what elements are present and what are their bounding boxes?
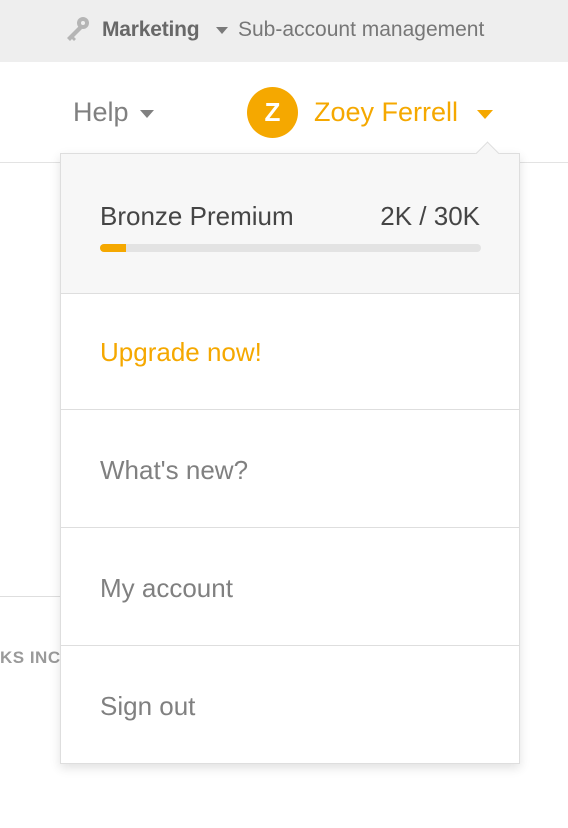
subaccount-management-link[interactable]: Sub-account management bbox=[238, 18, 484, 42]
my-account-item[interactable]: My account bbox=[61, 529, 519, 646]
help-menu[interactable]: Help bbox=[73, 97, 129, 128]
caret-down-icon[interactable] bbox=[140, 110, 154, 118]
key-icon bbox=[67, 17, 89, 41]
menu-item-label: Upgrade now! bbox=[100, 337, 262, 367]
plan-name: Bronze Premium bbox=[100, 201, 294, 231]
user-dropdown-menu: Bronze Premium 2K / 30K Upgrade now! Wha… bbox=[60, 141, 520, 764]
usage-progress-bar bbox=[100, 244, 481, 252]
background-heading: KS INC bbox=[0, 648, 60, 667]
upgrade-now-item[interactable]: Upgrade now! bbox=[61, 293, 519, 410]
caret-down-icon[interactable] bbox=[216, 27, 228, 34]
menu-item-label: My account bbox=[100, 573, 233, 603]
plan-summary: Bronze Premium 2K / 30K bbox=[61, 154, 519, 294]
menu-item-label: What's new? bbox=[100, 455, 249, 485]
account-name[interactable]: Marketing bbox=[102, 18, 200, 42]
user-menu-name[interactable]: Zoey Ferrell bbox=[314, 97, 458, 128]
background-divider bbox=[0, 596, 60, 597]
plan-usage: 2K / 30K bbox=[380, 201, 480, 231]
menu-item-label: Sign out bbox=[100, 691, 196, 721]
caret-down-icon[interactable] bbox=[477, 110, 493, 119]
top-bar: Marketing Sub-account management bbox=[0, 0, 568, 62]
sign-out-item[interactable]: Sign out bbox=[61, 647, 519, 764]
usage-progress-fill bbox=[100, 244, 126, 252]
avatar[interactable]: Z bbox=[247, 87, 298, 138]
whats-new-item[interactable]: What's new? bbox=[61, 411, 519, 528]
